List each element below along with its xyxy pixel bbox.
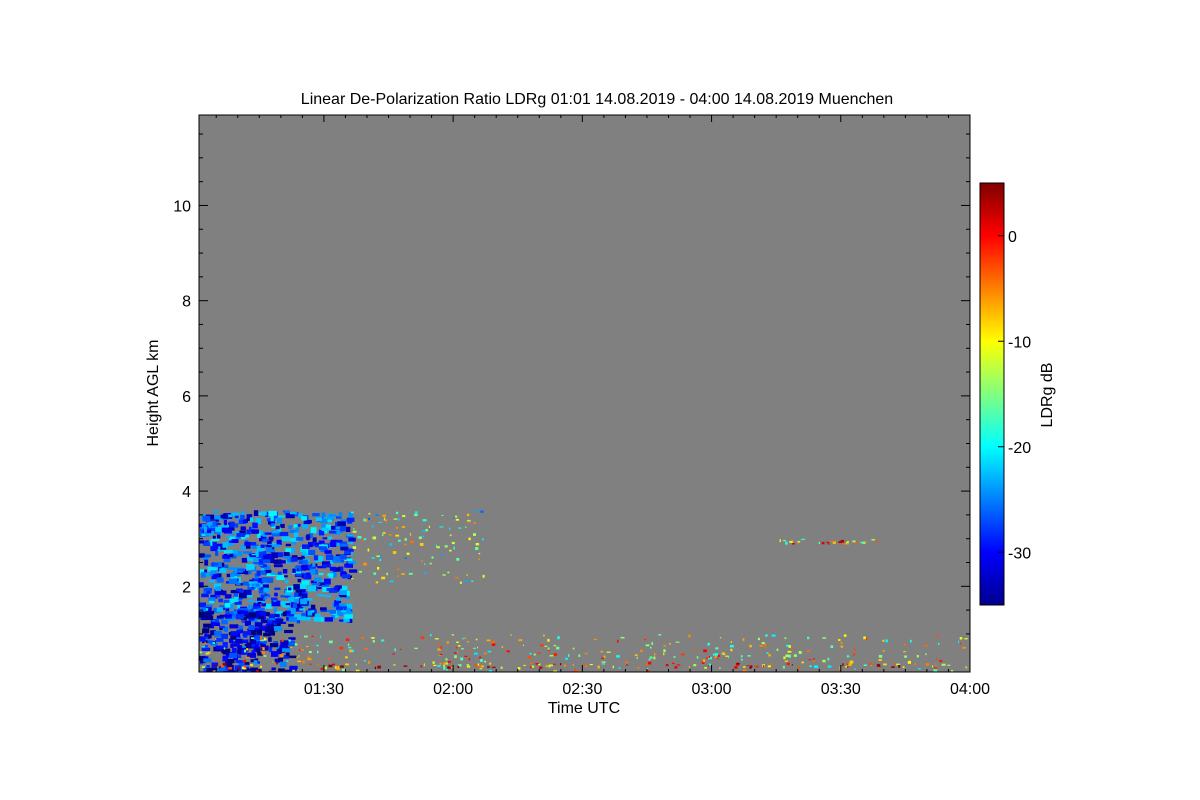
x-tick-label: 02:30 — [562, 681, 602, 698]
x-tick-label: 03:30 — [821, 681, 861, 698]
colorbar-tick-label: -30 — [1008, 545, 1031, 562]
x-axis-label: Time UTC — [548, 700, 620, 717]
x-tick-label: 01:30 — [304, 681, 344, 698]
colorbar-tick-label: -20 — [1008, 440, 1031, 457]
chart-title: Linear De-Polarization Ratio LDRg 01:01 … — [301, 91, 893, 108]
x-tick-label: 02:00 — [433, 681, 473, 698]
colorbar-label: LDRg dB — [1039, 363, 1056, 428]
y-tick-label: 2 — [182, 579, 191, 596]
y-axis-label: Height AGL km — [145, 339, 162, 446]
colorbar-tick-label: 0 — [1008, 229, 1017, 246]
x-tick-label: 04:00 — [950, 681, 990, 698]
y-tick-label: 10 — [173, 198, 191, 215]
y-tick-label: 6 — [182, 389, 191, 406]
ldr-chart: Linear De-Polarization Ratio LDRg 01:01 … — [145, 91, 1056, 717]
y-tick-label: 4 — [182, 484, 191, 501]
y-tick-label: 8 — [182, 294, 191, 311]
colorbar-tick-label: -10 — [1008, 334, 1031, 351]
colorbar — [979, 182, 1005, 606]
x-tick-label: 03:00 — [692, 681, 732, 698]
